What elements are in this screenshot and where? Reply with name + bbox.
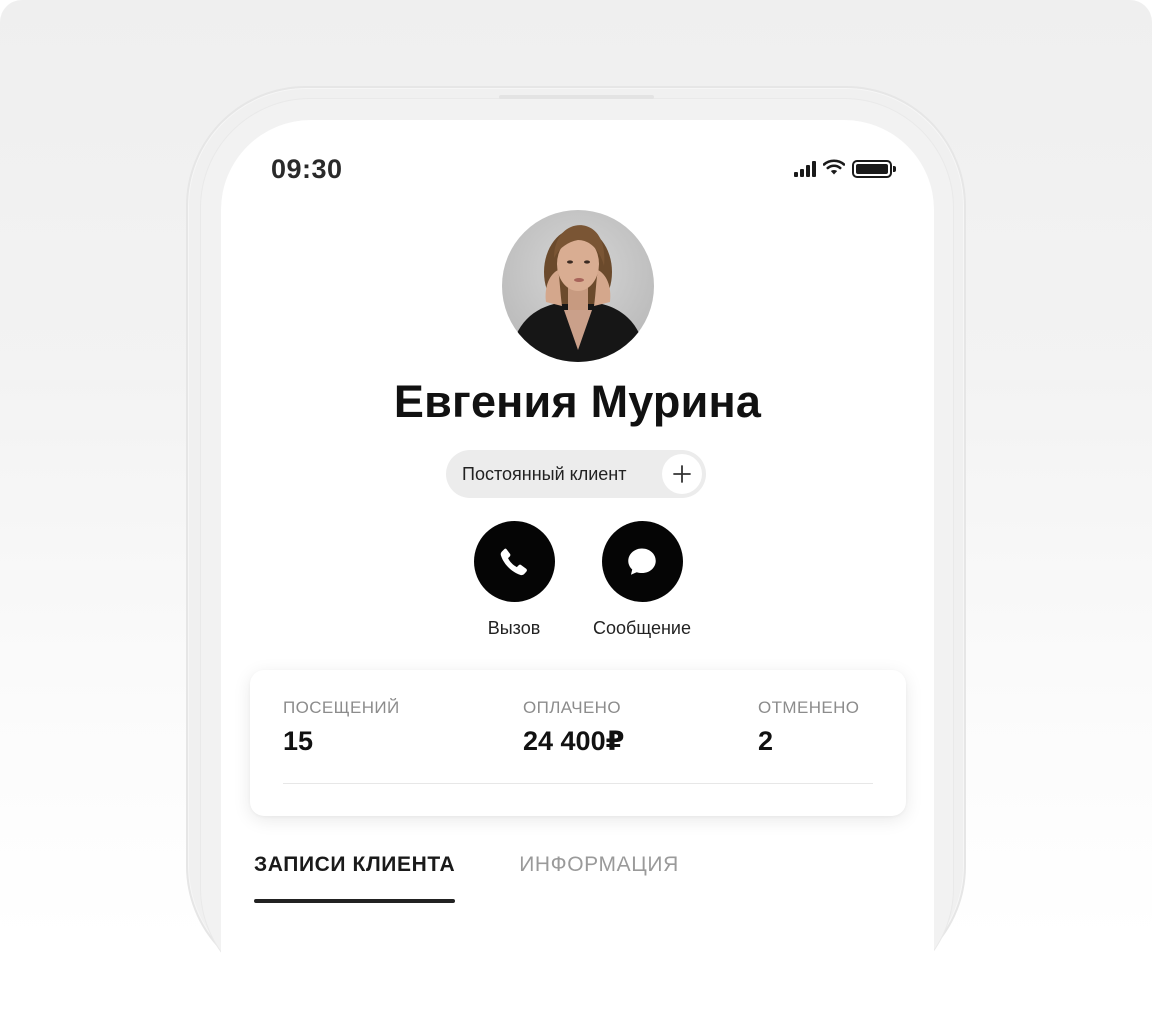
call-label: Вызов	[487, 618, 541, 638]
client-tag-label: Постоянный клиент	[462, 463, 627, 484]
stat-paid: ОПЛАЧЕНО 24 400₽	[523, 698, 624, 757]
call-button[interactable]	[473, 521, 555, 602]
signal-icon	[794, 161, 816, 177]
stat-cancelled: ОТМЕНЕНО 2	[758, 698, 859, 757]
client-tag[interactable]: Постоянный клиент	[446, 450, 706, 498]
plus-icon	[673, 465, 691, 483]
chat-bubble-icon	[628, 548, 656, 575]
message-action[interactable]: Сообщение	[577, 521, 707, 639]
stat-value: 15	[283, 726, 314, 756]
stat-value: 2	[758, 726, 774, 756]
stat-caption: ОТМЕНЕНО	[758, 698, 860, 717]
tab-information[interactable]: ИНФОРМАЦИЯ	[519, 853, 679, 903]
message-label: Сообщение	[593, 618, 691, 638]
add-tag-button[interactable]	[662, 454, 702, 494]
avatar	[502, 210, 654, 362]
client-name: Евгения Мурина	[393, 376, 762, 427]
stats-card: ПОСЕЩЕНИЙ 15 ОПЛАЧЕНО 24 400₽ ОТМЕНЕНО 2	[250, 670, 906, 816]
stat-value: 24 400₽	[523, 726, 625, 756]
tab-client-records[interactable]: ЗАПИСИ КЛИЕНТА	[254, 853, 456, 903]
stat-caption: ПОСЕЩЕНИЙ	[283, 698, 400, 717]
status-time: 09:30	[271, 154, 343, 184]
battery-icon	[852, 160, 896, 178]
stat-visits: ПОСЕЩЕНИЙ 15	[283, 698, 400, 757]
phone-icon	[500, 548, 527, 575]
phone-screen: 09:30 Евгения Мурина Постоянный клиент В…	[221, 120, 934, 1020]
message-button[interactable]	[601, 521, 683, 602]
stat-caption: ОПЛАЧЕНО	[523, 698, 621, 717]
wifi-icon	[822, 158, 846, 180]
stats-divider	[283, 783, 873, 784]
status-icons	[794, 158, 896, 180]
call-action[interactable]: Вызов	[449, 521, 579, 639]
phone-speaker	[499, 95, 654, 99]
profile-tabs: ЗАПИСИ КЛИЕНТА ИНФОРМАЦИЯ	[254, 853, 679, 903]
